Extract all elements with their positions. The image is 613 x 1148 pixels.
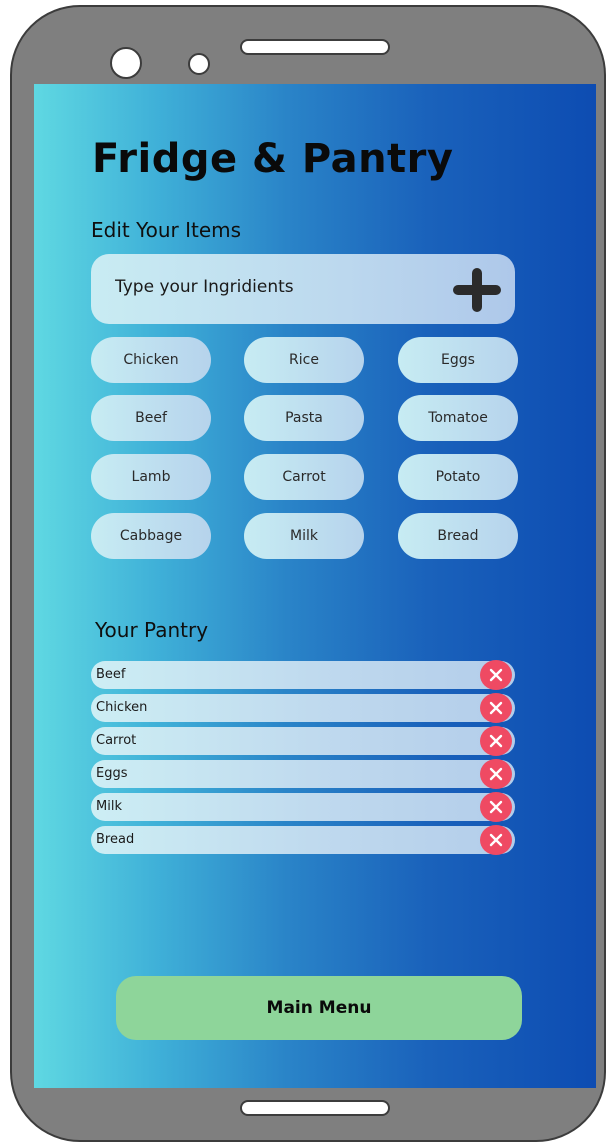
remove-eggs-button[interactable] <box>480 759 512 789</box>
edit-items-heading: Edit Your Items <box>91 218 242 242</box>
pantry-item-chicken: Chicken <box>91 693 515 723</box>
pantry-item-label: Carrot <box>96 733 137 748</box>
chip-label: Cabbage <box>119 528 183 544</box>
ingredient-chip-carrot[interactable]: Carrot <box>244 454 364 500</box>
close-icon <box>489 833 503 847</box>
ingredient-chip-lamb[interactable]: Lamb <box>91 454 211 500</box>
close-icon <box>489 734 503 748</box>
pantry-item-bread: Bread <box>91 825 515 855</box>
pantry-item-beef: Beef <box>91 660 515 690</box>
chip-label: Lamb <box>131 469 171 485</box>
plus-icon <box>453 268 501 312</box>
chip-label: Milk <box>290 528 318 544</box>
earpiece-speaker <box>240 39 390 55</box>
chip-label: Rice <box>289 352 319 368</box>
close-icon <box>489 701 503 715</box>
pantry-item-label: Milk <box>96 799 122 814</box>
chip-label: Beef <box>135 410 167 426</box>
ingredient-chip-eggs[interactable]: Eggs <box>398 337 518 383</box>
pantry-item-carrot: Carrot <box>91 726 515 756</box>
chip-label: Potato <box>435 469 481 485</box>
pantry-item-label: Beef <box>96 667 126 682</box>
ingredient-chip-milk[interactable]: Milk <box>244 513 364 559</box>
home-bar <box>240 1100 390 1116</box>
ingredient-chip-cabbage[interactable]: Cabbage <box>91 513 211 559</box>
ingredient-chip-rice[interactable]: Rice <box>244 337 364 383</box>
ingredient-chip-chicken[interactable]: Chicken <box>91 337 211 383</box>
remove-beef-button[interactable] <box>480 660 512 690</box>
main-menu-button[interactable]: Main Menu <box>116 976 522 1040</box>
add-ingredient-box <box>91 254 515 324</box>
sensor <box>188 53 210 75</box>
chip-label: Bread <box>437 528 479 544</box>
pantry-item-label: Chicken <box>96 700 148 715</box>
ingredient-chip-bread[interactable]: Bread <box>398 513 518 559</box>
pantry-heading: Your Pantry <box>95 618 209 642</box>
ingredient-chip-pasta[interactable]: Pasta <box>244 395 364 441</box>
remove-chicken-button[interactable] <box>480 693 512 723</box>
front-camera <box>110 47 142 79</box>
ingredient-chip-potato[interactable]: Potato <box>398 454 518 500</box>
pantry-item-eggs: Eggs <box>91 759 515 789</box>
chip-label: Tomatoe <box>428 410 488 426</box>
page-title: Fridge & Pantry <box>92 136 454 182</box>
close-icon <box>489 800 503 814</box>
ingredient-chip-beef[interactable]: Beef <box>91 395 211 441</box>
pantry-item-label: Eggs <box>96 766 128 781</box>
chip-label: Carrot <box>282 469 326 485</box>
remove-carrot-button[interactable] <box>480 726 512 756</box>
app-screen: Fridge & Pantry Edit Your Items Chicken … <box>34 84 596 1088</box>
chip-label: Pasta <box>285 410 323 426</box>
remove-milk-button[interactable] <box>480 792 512 822</box>
remove-bread-button[interactable] <box>480 825 512 855</box>
ingredient-input[interactable] <box>115 272 435 302</box>
pantry-item-label: Bread <box>96 832 135 847</box>
close-icon <box>489 668 503 682</box>
chip-label: Eggs <box>441 352 475 368</box>
pantry-item-milk: Milk <box>91 792 515 822</box>
close-icon <box>489 767 503 781</box>
add-ingredient-button[interactable] <box>453 268 501 312</box>
chip-label: Chicken <box>123 352 179 368</box>
ingredient-chip-tomatoe[interactable]: Tomatoe <box>398 395 518 441</box>
